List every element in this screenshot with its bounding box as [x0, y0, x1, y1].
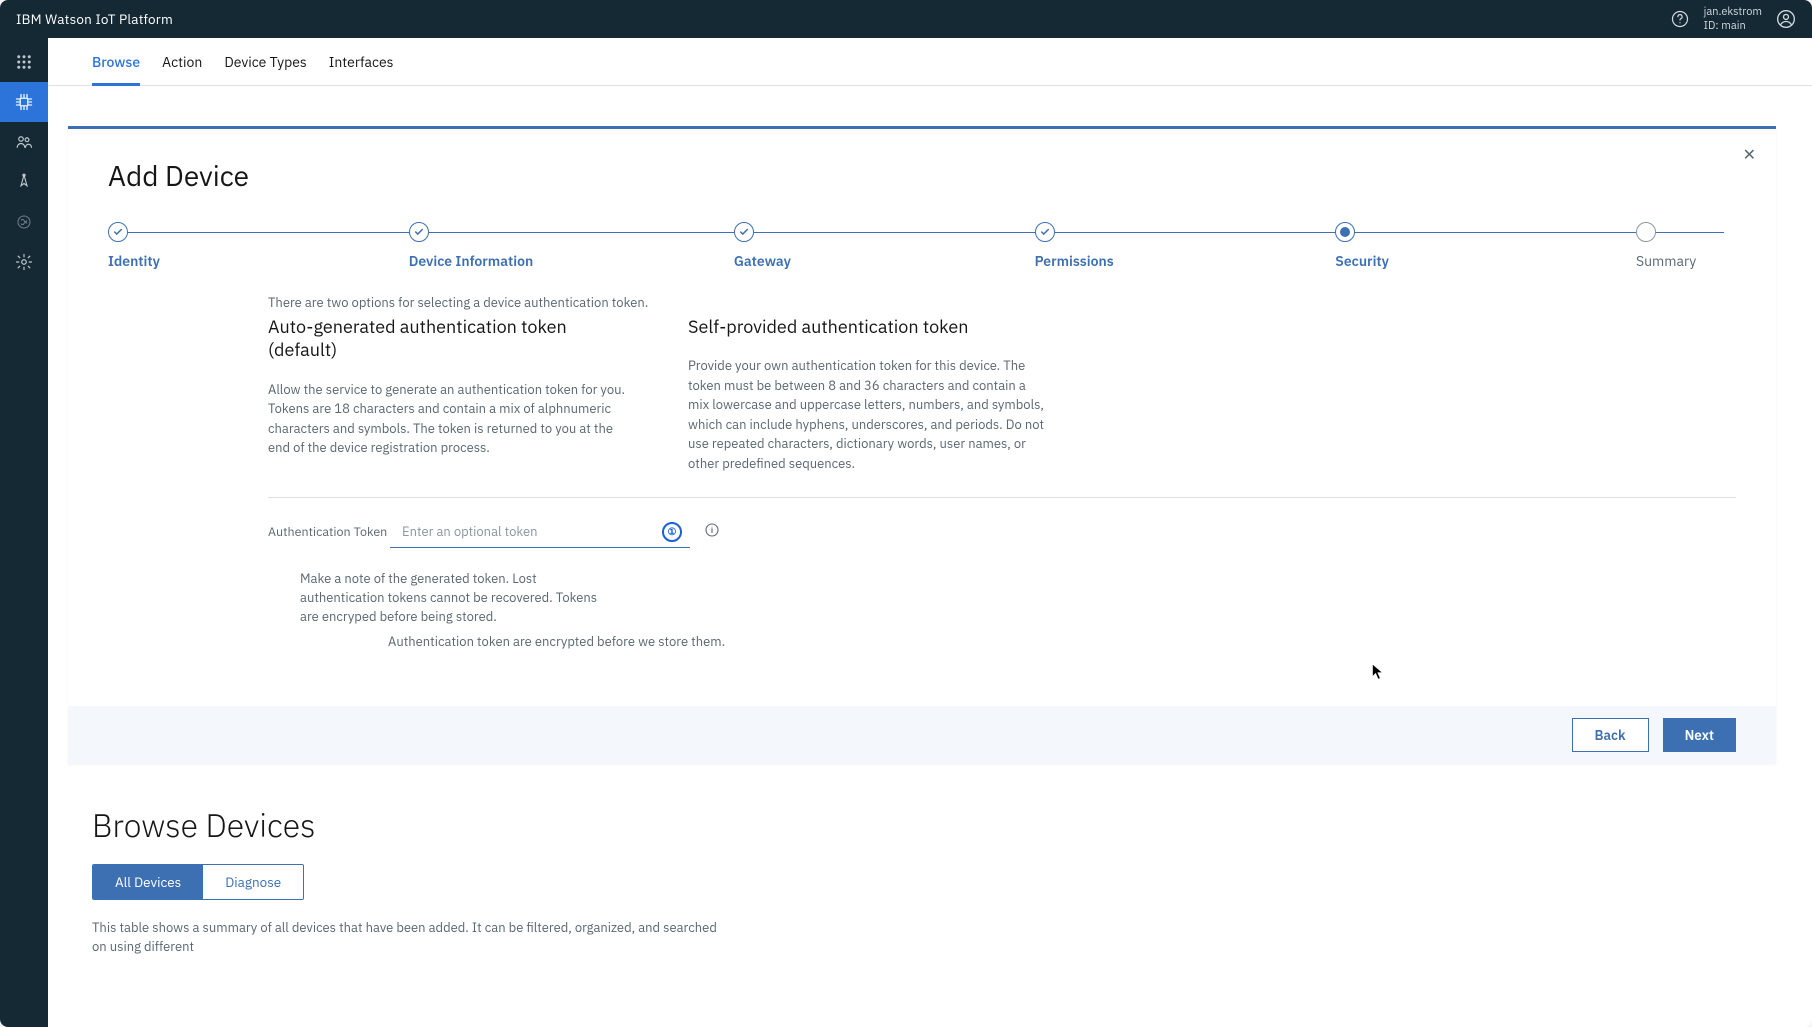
step-device-info[interactable]: Device Information [409, 222, 534, 270]
password-manager-icon[interactable]: ① [662, 522, 682, 542]
browse-desc: This table shows a summary of all device… [92, 918, 732, 957]
rail-compass-icon[interactable] [0, 162, 48, 202]
tab-interfaces[interactable]: Interfaces [329, 53, 394, 85]
token-note: Make a note of the generated token. Lost… [300, 570, 600, 627]
rail-device-icon[interactable] [0, 82, 48, 122]
device-filter-segment: All Devices Diagnose [92, 864, 304, 900]
rail-members-icon[interactable] [0, 122, 48, 162]
token-field-row: Authentication Token ① [268, 516, 1736, 548]
top-header: IBM Watson IoT Platform jan.ekstrom ID: … [0, 0, 1812, 38]
sub-nav: Browse Action Device Types Interfaces [48, 38, 1812, 86]
main-content: Browse Action Device Types Interfaces ✕ … [48, 38, 1812, 1027]
modal-title: Add Device [108, 157, 1736, 194]
step-security[interactable]: Security [1335, 222, 1435, 270]
rail-apps-icon[interactable] [0, 42, 48, 82]
back-button[interactable]: Back [1572, 718, 1649, 752]
step-summary[interactable]: Summary [1636, 222, 1736, 270]
modal-footer: Back Next [68, 706, 1776, 764]
step-check-icon [1035, 222, 1055, 242]
step-label: Identity [108, 252, 160, 270]
self-token-heading: Self-provided authentication token [688, 315, 1048, 338]
step-identity[interactable]: Identity [108, 222, 208, 270]
token-options: Auto-generated authentication token (def… [268, 315, 1576, 473]
user-id: ID: main [1704, 19, 1762, 33]
step-label: Permissions [1035, 252, 1114, 270]
tab-browse[interactable]: Browse [92, 53, 140, 85]
user-name: jan.ekstrom [1704, 5, 1762, 19]
wizard-steps: Identity Device Information Gateway Perm… [108, 222, 1736, 270]
intro-text: There are two options for selecting a de… [268, 294, 1736, 311]
token-input[interactable] [390, 516, 690, 548]
browse-devices-section: Browse Devices All Devices Diagnose This… [92, 804, 1776, 957]
step-future-icon [1636, 222, 1656, 242]
help-icon[interactable] [1670, 9, 1690, 29]
user-info: jan.ekstrom ID: main [1704, 5, 1762, 33]
user-avatar-icon[interactable] [1776, 9, 1796, 29]
step-current-icon [1335, 222, 1355, 242]
rail-settings-icon[interactable] [0, 242, 48, 282]
divider [268, 497, 1736, 498]
token-input-wrap: ① [390, 516, 690, 548]
step-gateway[interactable]: Gateway [734, 222, 834, 270]
auto-token-desc: Allow the service to generate an authent… [268, 380, 628, 458]
info-icon[interactable] [704, 522, 720, 543]
browse-title: Browse Devices [92, 804, 1776, 846]
add-device-modal: ✕ Add Device Identity Device Information [68, 126, 1776, 764]
rail-brain-icon[interactable] [0, 202, 48, 242]
step-label: Summary [1636, 252, 1696, 270]
product-title-text: IBM Watson IoT Platform [16, 10, 173, 28]
segment-diagnose[interactable]: Diagnose [203, 865, 303, 899]
left-nav-rail [0, 38, 48, 1027]
step-check-icon [108, 222, 128, 242]
step-permissions[interactable]: Permissions [1035, 222, 1135, 270]
next-button[interactable]: Next [1663, 718, 1736, 752]
token-label: Authentication Token [268, 524, 390, 540]
segment-all-devices[interactable]: All Devices [93, 865, 203, 899]
step-label: Gateway [734, 252, 791, 270]
step-label: Device Information [409, 252, 534, 270]
step-label: Security [1335, 252, 1389, 270]
step-check-icon [734, 222, 754, 242]
header-right: jan.ekstrom ID: main [1670, 5, 1796, 33]
auto-token-option: Auto-generated authentication token (def… [268, 315, 628, 473]
auto-token-heading: Auto-generated authentication token (def… [268, 315, 628, 362]
self-token-option: Self-provided authentication token Provi… [688, 315, 1048, 473]
self-token-desc: Provide your own authentication token fo… [688, 356, 1048, 473]
encrypt-note: Authentication token are encrypted befor… [388, 633, 1736, 650]
tab-device-types[interactable]: Device Types [224, 53, 306, 85]
product-title: IBM Watson IoT Platform [16, 10, 173, 28]
close-icon[interactable]: ✕ [1743, 145, 1756, 165]
step-check-icon [409, 222, 429, 242]
tab-action[interactable]: Action [162, 53, 202, 85]
